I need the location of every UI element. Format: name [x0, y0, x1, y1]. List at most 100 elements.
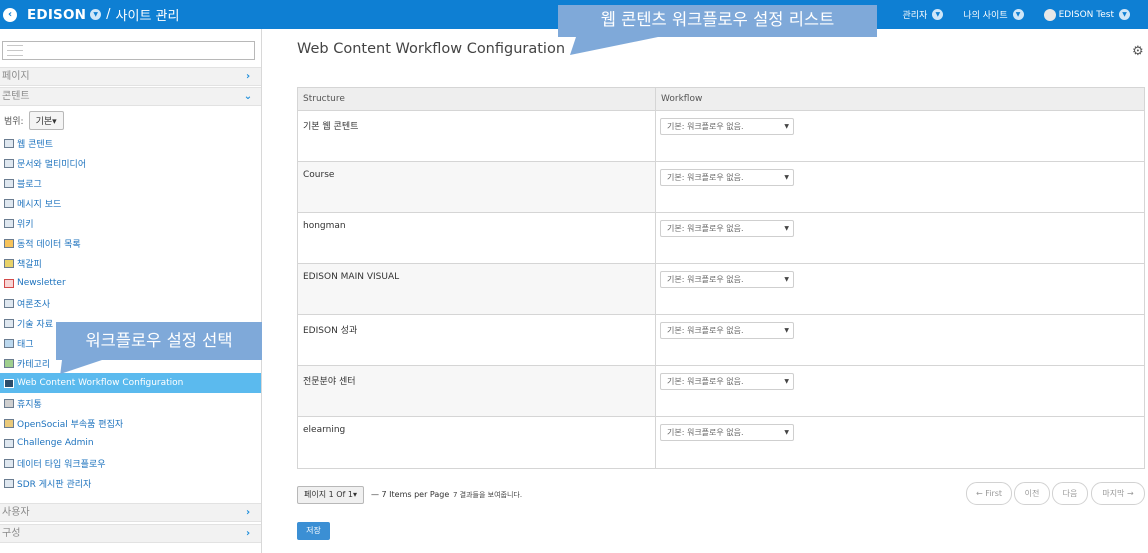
admin-menu-label: 관리자: [902, 11, 928, 21]
workflow-select-value: 기본: 워크플로우 없음.: [667, 326, 744, 335]
caret-down-icon: ▼: [784, 225, 789, 232]
workflow-select[interactable]: 기본: 워크플로우 없음. ▼: [660, 271, 794, 288]
table-row: 기본 웹 콘텐트 기본: 워크플로우 없음. ▼: [298, 111, 1144, 162]
structure-name: EDISON 성과: [298, 315, 656, 365]
scope-label: 범위:: [4, 117, 24, 127]
user-menu[interactable]: EDISON Test ▼: [1043, 8, 1130, 21]
scope-dropdown[interactable]: 기본▾: [28, 111, 64, 130]
workflow-icon: [4, 378, 14, 388]
breadcrumb-separator: /: [106, 7, 111, 22]
table-header: Structure Workflow: [298, 88, 1144, 111]
my-sites-label: 나의 사이트: [963, 11, 1008, 21]
table-row: elearning 기본: 워크플로우 없음. ▼: [298, 417, 1144, 468]
sidebar-item-bookmarks[interactable]: 책갈피: [0, 253, 261, 273]
save-button[interactable]: 저장: [297, 522, 330, 540]
gear-icon[interactable]: ⚙: [1132, 44, 1144, 59]
my-sites-menu[interactable]: 나의 사이트 ▼: [963, 8, 1024, 21]
section-config-label: 구성: [2, 528, 21, 539]
sidebar-item-documents-media[interactable]: 문서와 멀티미디어: [0, 153, 261, 173]
workflow-select[interactable]: 기본: 워크플로우 없음. ▼: [660, 322, 794, 339]
caret-down-icon: ▼: [784, 429, 789, 436]
workflow-select-value: 기본: 워크플로우 없음.: [667, 173, 744, 182]
documents-icon: [4, 158, 14, 168]
section-content[interactable]: 콘텐트 ⌄: [0, 87, 261, 106]
prev-page-button[interactable]: 이전: [1014, 482, 1050, 505]
column-workflow: Workflow: [661, 94, 703, 104]
sidebar-item-blog[interactable]: 블로그: [0, 173, 261, 193]
datatype-workflow-icon: [4, 458, 14, 468]
section-content-label: 콘텐트: [2, 91, 30, 102]
sidebar-item-label: 여론조사: [17, 299, 51, 310]
workflow-select[interactable]: 기본: 워크플로우 없음. ▼: [660, 169, 794, 186]
chevron-right-icon: ›: [245, 507, 251, 518]
section-config[interactable]: 구성 ›: [0, 524, 261, 543]
back-arrow-icon[interactable]: ‹: [3, 7, 17, 22]
sidebar-item-label: 동적 데이터 목록: [17, 239, 81, 250]
sidebar-item-opensocial-editor[interactable]: OpenSocial 부속품 편집자: [0, 413, 261, 433]
last-page-button[interactable]: 마지막 →: [1091, 482, 1145, 505]
chevron-down-icon: ▼: [1012, 9, 1024, 20]
caret-down-icon: ▼: [784, 327, 789, 334]
sidebar-item-label: 문서와 멀티미디어: [17, 159, 87, 170]
page-selector[interactable]: 페이지 1 Of 1▾: [297, 486, 365, 504]
sidebar-item-label: OpenSocial 부속품 편집자: [17, 419, 124, 430]
top-right-menu: 관리자 ▼ 나의 사이트 ▼ EDISON Test ▼: [903, 0, 1148, 29]
workflow-select[interactable]: 기본: 워크플로우 없음. ▼: [660, 373, 794, 390]
sidebar-item-sdr-board-admin[interactable]: SDR 게시판 관리자: [0, 473, 261, 493]
tag-icon: [4, 338, 14, 348]
site-name[interactable]: EDISON: [27, 7, 86, 23]
trash-icon: [4, 398, 14, 408]
sdr-board-icon: [4, 478, 14, 488]
chevron-right-icon: ›: [245, 528, 251, 539]
table-row: EDISON 성과 기본: 워크플로우 없음. ▼: [298, 315, 1144, 366]
sidebar-item-message-board[interactable]: 메시지 보드: [0, 193, 261, 213]
site-dropdown-icon[interactable]: ▼: [90, 9, 102, 20]
sidebar-item-label: 메시지 보드: [17, 199, 62, 210]
workflow-select[interactable]: 기본: 워크플로우 없음. ▼: [660, 220, 794, 237]
workflow-select-value: 기본: 워크플로우 없음.: [667, 377, 744, 386]
workflow-table: Structure Workflow 기본 웹 콘텐트 기본: 워크플로우 없음…: [297, 87, 1145, 469]
sidebar-item-label: 카테고리: [17, 359, 51, 370]
first-page-button[interactable]: ← First: [966, 482, 1012, 505]
items-per-page[interactable]: — 7 Items per Page: [371, 490, 449, 499]
workflow-select-value: 기본: 워크플로우 없음.: [667, 275, 744, 284]
section-pages[interactable]: 페이지 ›: [0, 67, 261, 86]
caret-down-icon: ▼: [784, 174, 789, 181]
menu-icon: [7, 45, 23, 56]
callout-tail-top: [558, 37, 658, 55]
scope-row: 범위: 기본▾: [4, 111, 64, 130]
chevron-down-icon: ▼: [932, 9, 944, 20]
next-page-button[interactable]: 다음: [1052, 482, 1088, 505]
sidebar-item-label: 휴지통: [17, 399, 42, 410]
workflow-select-value: 기본: 워크플로우 없음.: [667, 122, 744, 131]
message-board-icon: [4, 198, 14, 208]
caret-down-icon: ▼: [784, 276, 789, 283]
workflow-select-value: 기본: 워크플로우 없음.: [667, 428, 744, 437]
avatar: [1043, 8, 1056, 21]
table-row: EDISON MAIN VISUAL 기본: 워크플로우 없음. ▼: [298, 264, 1144, 315]
sidebar-item-web-content-workflow-configuration[interactable]: Web Content Workflow Configuration: [0, 373, 261, 393]
web-content-icon: [4, 138, 14, 148]
breadcrumb-page: 사이트 관리: [115, 9, 180, 24]
admin-menu[interactable]: 관리자 ▼: [903, 8, 944, 21]
sidebar-item-recycle-bin[interactable]: 휴지통: [0, 393, 261, 413]
sidebar-item-polls[interactable]: 여론조사: [0, 293, 261, 313]
sidebar-item-newsletter[interactable]: Newsletter: [0, 273, 261, 293]
sidebar-item-label: Web Content Workflow Configuration: [17, 378, 184, 388]
sidebar-item-challenge-admin[interactable]: Challenge Admin: [0, 433, 261, 453]
caret-down-icon: ▼: [784, 123, 789, 130]
sidebar-item-wiki[interactable]: 위키: [0, 213, 261, 233]
sidebar-search-input[interactable]: [2, 41, 255, 60]
workflow-select[interactable]: 기본: 워크플로우 없음. ▼: [660, 424, 794, 441]
section-pages-label: 페이지: [2, 71, 30, 82]
workflow-select[interactable]: 기본: 워크플로우 없음. ▼: [660, 118, 794, 135]
sidebar-item-dynamic-data-lists[interactable]: 동적 데이터 목록: [0, 233, 261, 253]
sidebar-item-datatype-workflow[interactable]: 데이터 타입 워크플로우: [0, 453, 261, 473]
sidebar-item-web-content[interactable]: 웹 콘텐트: [0, 133, 261, 153]
newsletter-icon: [4, 278, 14, 288]
section-users[interactable]: 사용자 ›: [0, 503, 261, 522]
structure-name: Course: [298, 162, 656, 212]
table-row: Course 기본: 워크플로우 없음. ▼: [298, 162, 1144, 213]
page-title: Web Content Workflow Configuration: [297, 41, 566, 57]
structure-name: EDISON MAIN VISUAL: [298, 264, 656, 314]
